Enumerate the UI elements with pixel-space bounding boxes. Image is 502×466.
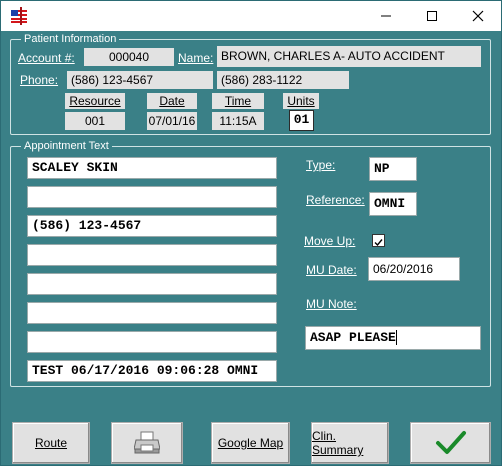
appointment-line-7[interactable]	[27, 331, 277, 353]
clin-summary-button[interactable]: Clin. Summary	[311, 422, 389, 464]
account-number: 000040	[84, 48, 174, 66]
resource-header: Resource	[65, 93, 125, 109]
munote-field[interactable]: ASAP PLEASE	[305, 326, 481, 350]
appointment-text-legend: Appointment Text	[21, 139, 112, 153]
type-field[interactable]: NP	[369, 157, 417, 181]
patient-name: BROWN, CHARLES A- AUTO ACCIDENT	[217, 46, 481, 67]
close-icon	[472, 10, 484, 22]
maximize-icon	[427, 11, 437, 21]
account-label: Account #:	[18, 51, 75, 65]
moveup-checkbox[interactable]	[372, 234, 385, 247]
name-label: Name:	[178, 51, 214, 65]
patient-info-legend: Patient Information	[21, 32, 120, 46]
munote-label: MU Note:	[306, 297, 357, 311]
minimize-icon	[381, 15, 391, 17]
minimize-button[interactable]	[363, 1, 409, 31]
ok-button[interactable]	[410, 422, 491, 464]
reference-field[interactable]: OMNI	[369, 192, 417, 216]
appointment-line-1[interactable]: SCALEY SKIN	[27, 157, 277, 179]
maximize-button[interactable]	[409, 1, 455, 31]
check-icon	[374, 239, 383, 247]
reference-label: Reference:	[306, 193, 365, 207]
time-value: 11:15A	[212, 112, 264, 130]
units-header: Units	[283, 93, 319, 109]
mudate-label: MU Date:	[306, 263, 357, 277]
phone-secondary: (586) 283-1122	[217, 71, 349, 89]
mudate-field[interactable]: 06/20/2016	[368, 257, 460, 281]
appointment-line-6[interactable]	[27, 302, 277, 324]
time-header: Time	[212, 93, 264, 109]
google-map-button[interactable]: Google Map	[211, 422, 290, 464]
resource-value: 001	[65, 112, 125, 130]
date-header: Date	[147, 93, 197, 109]
moveup-label: Move Up:	[304, 234, 356, 248]
units-field[interactable]: 01	[289, 110, 314, 131]
type-label: Type:	[306, 158, 336, 172]
client-area: Patient Information Account #: 000040 Na…	[1, 31, 501, 465]
munote-text: ASAP PLEASE	[310, 330, 396, 345]
appointment-line-8[interactable]: TEST 06/17/2016 09:06:28 OMNI	[27, 360, 277, 382]
text-cursor	[395, 330, 397, 346]
appointment-window: Patient Information Account #: 000040 Na…	[0, 0, 502, 466]
date-value: 07/01/16	[147, 112, 197, 130]
printer-icon	[134, 431, 160, 454]
print-button[interactable]	[111, 422, 183, 464]
appointment-line-4[interactable]	[27, 244, 277, 266]
close-button[interactable]	[455, 1, 501, 31]
phone-label: Phone:	[20, 73, 59, 87]
app-logo-icon	[10, 7, 28, 25]
appointment-line-3[interactable]: (586) 123-4567	[27, 215, 277, 237]
checkmark-icon	[435, 431, 466, 454]
appointment-line-2[interactable]	[27, 186, 277, 208]
route-button[interactable]: Route	[12, 422, 90, 464]
title-bar	[1, 1, 501, 31]
phone-primary: (586) 123-4567	[67, 71, 213, 89]
appointment-line-5[interactable]	[27, 273, 277, 295]
